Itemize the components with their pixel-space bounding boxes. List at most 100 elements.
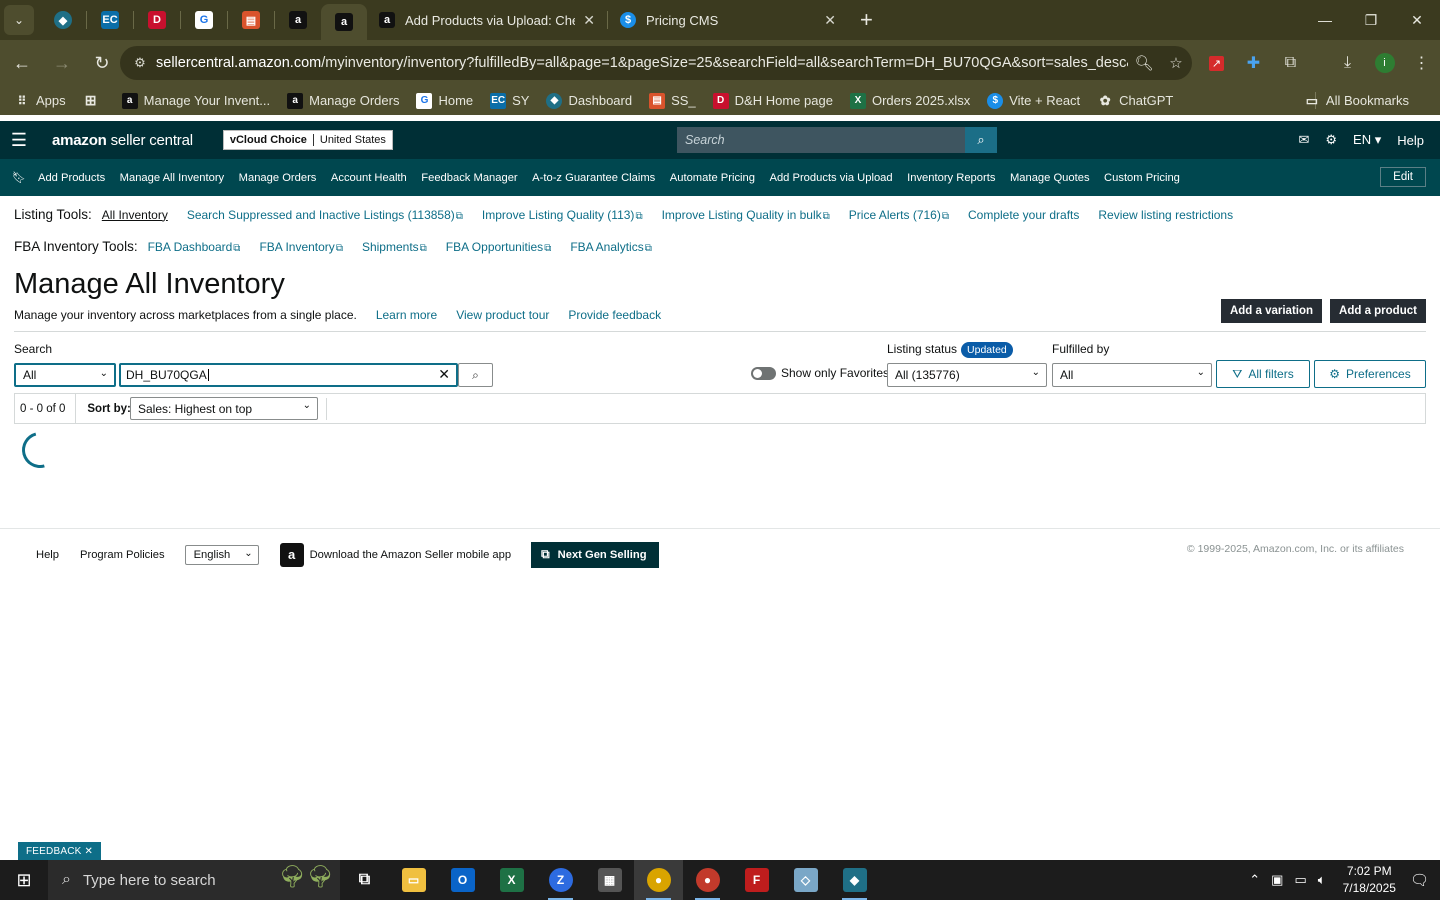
tab-pricing-cms[interactable]: $ Pricing CMS ✕: [608, 0, 848, 40]
bookmark-sy[interactable]: EC SY: [490, 92, 529, 109]
site-info-icon[interactable]: ⚙: [124, 55, 156, 71]
link-fba-opportunities[interactable]: FBA Opportunities⧉: [446, 240, 552, 254]
nav-inventory-reports[interactable]: Inventory Reports: [907, 172, 995, 184]
bookmark-apps[interactable]: ⠿ Apps: [14, 93, 66, 109]
download-icon[interactable]: ⤓: [1329, 54, 1366, 72]
clear-search-icon[interactable]: ✕: [438, 366, 450, 383]
pinned-tab-amazon-1[interactable]: a: [275, 0, 321, 40]
task-view-icon[interactable]: ⧉: [340, 860, 389, 900]
tab-add-products-upload[interactable]: a Add Products via Upload: Check ✕: [367, 0, 607, 40]
sort-select[interactable]: Sales: Highest on top ⌄: [130, 397, 318, 420]
nav-feedback-manager[interactable]: Feedback Manager: [421, 172, 517, 184]
bookmark-ribbon-icon[interactable]: 🔖︎: [0, 171, 38, 184]
new-tab-plus-icon[interactable]: +: [860, 7, 873, 33]
pinned-tab-dh[interactable]: D: [134, 0, 180, 40]
system-clock[interactable]: 7:02 PM 7/18/2025: [1343, 863, 1396, 897]
feedback-tab[interactable]: FEEDBACK ✕: [18, 842, 102, 860]
extension-red-arrow-icon[interactable]: ↗: [1198, 55, 1235, 71]
nav-account-health[interactable]: Account Health: [331, 172, 407, 184]
nav-manage-quotes[interactable]: Manage Quotes: [1010, 172, 1090, 184]
nav-manage-orders[interactable]: Manage Orders: [239, 172, 317, 184]
nav-add-products[interactable]: Add Products: [38, 172, 105, 184]
bookmark-orders-xlsx[interactable]: X Orders 2025.xlsx: [849, 92, 970, 109]
learn-more-link[interactable]: Learn more: [376, 308, 437, 322]
minimize-icon[interactable]: —: [1302, 0, 1348, 40]
bookmark-ss[interactable]: ▤ SS_: [649, 92, 696, 109]
link-review-restrictions[interactable]: Review listing restrictions: [1098, 208, 1233, 222]
gear-icon[interactable]: ⚙: [1325, 132, 1337, 148]
footer-language-select[interactable]: English ⌄: [184, 544, 259, 565]
preferences-button[interactable]: ⚙ Preferences: [1314, 360, 1426, 388]
link-fba-inventory[interactable]: FBA Inventory⧉: [259, 240, 343, 254]
provide-feedback-link[interactable]: Provide feedback: [568, 308, 661, 322]
link-price-alerts[interactable]: Price Alerts (716)⧉: [849, 208, 949, 222]
all-bookmarks[interactable]: ▭ All Bookmarks: [1304, 86, 1409, 115]
link-complete-drafts[interactable]: Complete your drafts: [968, 208, 1079, 222]
bookmark-grid[interactable]: ⊞: [83, 92, 105, 109]
chrome-profile-icon[interactable]: ●: [683, 860, 732, 900]
nav-automate-pricing[interactable]: Automate Pricing: [670, 172, 755, 184]
volume-icon[interactable]: 🔈︎: [1318, 872, 1326, 888]
all-filters-button[interactable]: ⛛ All filters: [1216, 360, 1310, 388]
edit-nav-button[interactable]: Edit: [1380, 167, 1426, 187]
pinned-tab-ss[interactable]: ▤: [228, 0, 274, 40]
bookmark-vite-react[interactable]: $ Vite + React: [987, 92, 1080, 109]
chrome-icon[interactable]: ●: [634, 860, 683, 900]
product-tour-link[interactable]: View product tour: [456, 308, 549, 322]
search-icon[interactable]: ⌕: [965, 127, 997, 153]
link-all-inventory[interactable]: All Inventory: [102, 208, 168, 222]
language-selector[interactable]: EN ▾: [1353, 132, 1381, 148]
bookmark-dh-home[interactable]: D D&H Home page: [712, 92, 833, 109]
bookmark-dashboard[interactable]: ◆ Dashboard: [546, 92, 632, 109]
tab-search-dropdown[interactable]: ⌄: [4, 5, 34, 35]
extensions-puzzle-icon[interactable]: ⧉: [1272, 54, 1309, 72]
footer-policies-link[interactable]: Program Policies: [80, 549, 165, 561]
next-gen-selling-button[interactable]: ⧉ Next Gen Selling: [531, 541, 659, 568]
hamburger-menu-icon[interactable]: ☰: [0, 130, 38, 151]
nav-add-products-upload[interactable]: Add Products via Upload: [769, 172, 892, 184]
windows-start-icon[interactable]: ⊞: [0, 860, 48, 900]
mail-icon[interactable]: ✉: [1298, 132, 1309, 148]
favorites-toggle[interactable]: [751, 367, 776, 380]
file-explorer-icon[interactable]: ▭: [389, 860, 438, 900]
nav-atoz-claims[interactable]: A-to-z Guarantee Claims: [532, 172, 655, 184]
download-app-link[interactable]: Download the Amazon Seller mobile app: [310, 549, 512, 561]
pinned-tab-google[interactable]: G: [181, 0, 227, 40]
link-improve-quality-bulk[interactable]: Improve Listing Quality in bulk⧉: [662, 208, 830, 222]
amazon-app-icon[interactable]: a: [279, 542, 304, 567]
fulfilled-by-select[interactable]: All ⌄: [1052, 363, 1212, 387]
close-tab-icon[interactable]: ✕: [583, 12, 595, 29]
calculator-icon[interactable]: ▦: [585, 860, 634, 900]
bookmark-star-icon[interactable]: ☆: [1160, 54, 1192, 72]
link-suppressed-listings[interactable]: Search Suppressed and Inactive Listings …: [187, 208, 463, 222]
link-fba-dashboard[interactable]: FBA Dashboard⧉: [148, 240, 241, 254]
notifications-icon[interactable]: 🗨︎: [1410, 871, 1429, 889]
bookmark-home[interactable]: G Home: [416, 92, 473, 109]
search-input[interactable]: DH_BU70QGA ✕: [119, 363, 458, 387]
address-bar[interactable]: ⚙ sellercentral.amazon.com/myinventory/i…: [120, 46, 1192, 80]
seller-search-input[interactable]: Search: [677, 127, 965, 153]
marketplace-switcher[interactable]: vCloud Choice United States: [222, 130, 393, 150]
close-tab-icon[interactable]: ✕: [824, 12, 836, 29]
seller-central-logo[interactable]: amazon seller central: [52, 132, 193, 149]
extension-blue-icon[interactable]: ✚: [1235, 53, 1272, 73]
close-window-icon[interactable]: ✕: [1394, 0, 1440, 40]
add-variation-button[interactable]: Add a variation: [1221, 299, 1322, 323]
bookmark-manage-inventory[interactable]: a Manage Your Invent...: [121, 92, 270, 109]
nav-manage-all-inventory[interactable]: Manage All Inventory: [120, 172, 224, 184]
filezilla-icon[interactable]: F: [732, 860, 781, 900]
tray-app-icon[interactable]: ▣: [1271, 872, 1283, 888]
restore-icon[interactable]: ❐: [1348, 0, 1394, 40]
zoom-icon[interactable]: 🔍︎: [1128, 54, 1160, 72]
excel-icon[interactable]: X: [487, 860, 536, 900]
link-shipments[interactable]: Shipments⧉: [362, 240, 427, 254]
link-improve-quality[interactable]: Improve Listing Quality (113)⧉: [482, 208, 643, 222]
forward-arrow-icon[interactable]: →: [44, 45, 80, 81]
profile-avatar-icon[interactable]: i: [1366, 53, 1403, 73]
zoom-app-icon[interactable]: Z: [536, 860, 585, 900]
pinned-tab-amazon-2-active[interactable]: a: [321, 4, 367, 40]
search-field-select[interactable]: All ⌄: [14, 363, 116, 387]
listing-status-select[interactable]: All (135776) ⌄: [887, 363, 1047, 387]
taskbar-search[interactable]: ⌕ Type here to search 🌳︎🌳︎: [48, 860, 340, 900]
outlook-icon[interactable]: O: [438, 860, 487, 900]
